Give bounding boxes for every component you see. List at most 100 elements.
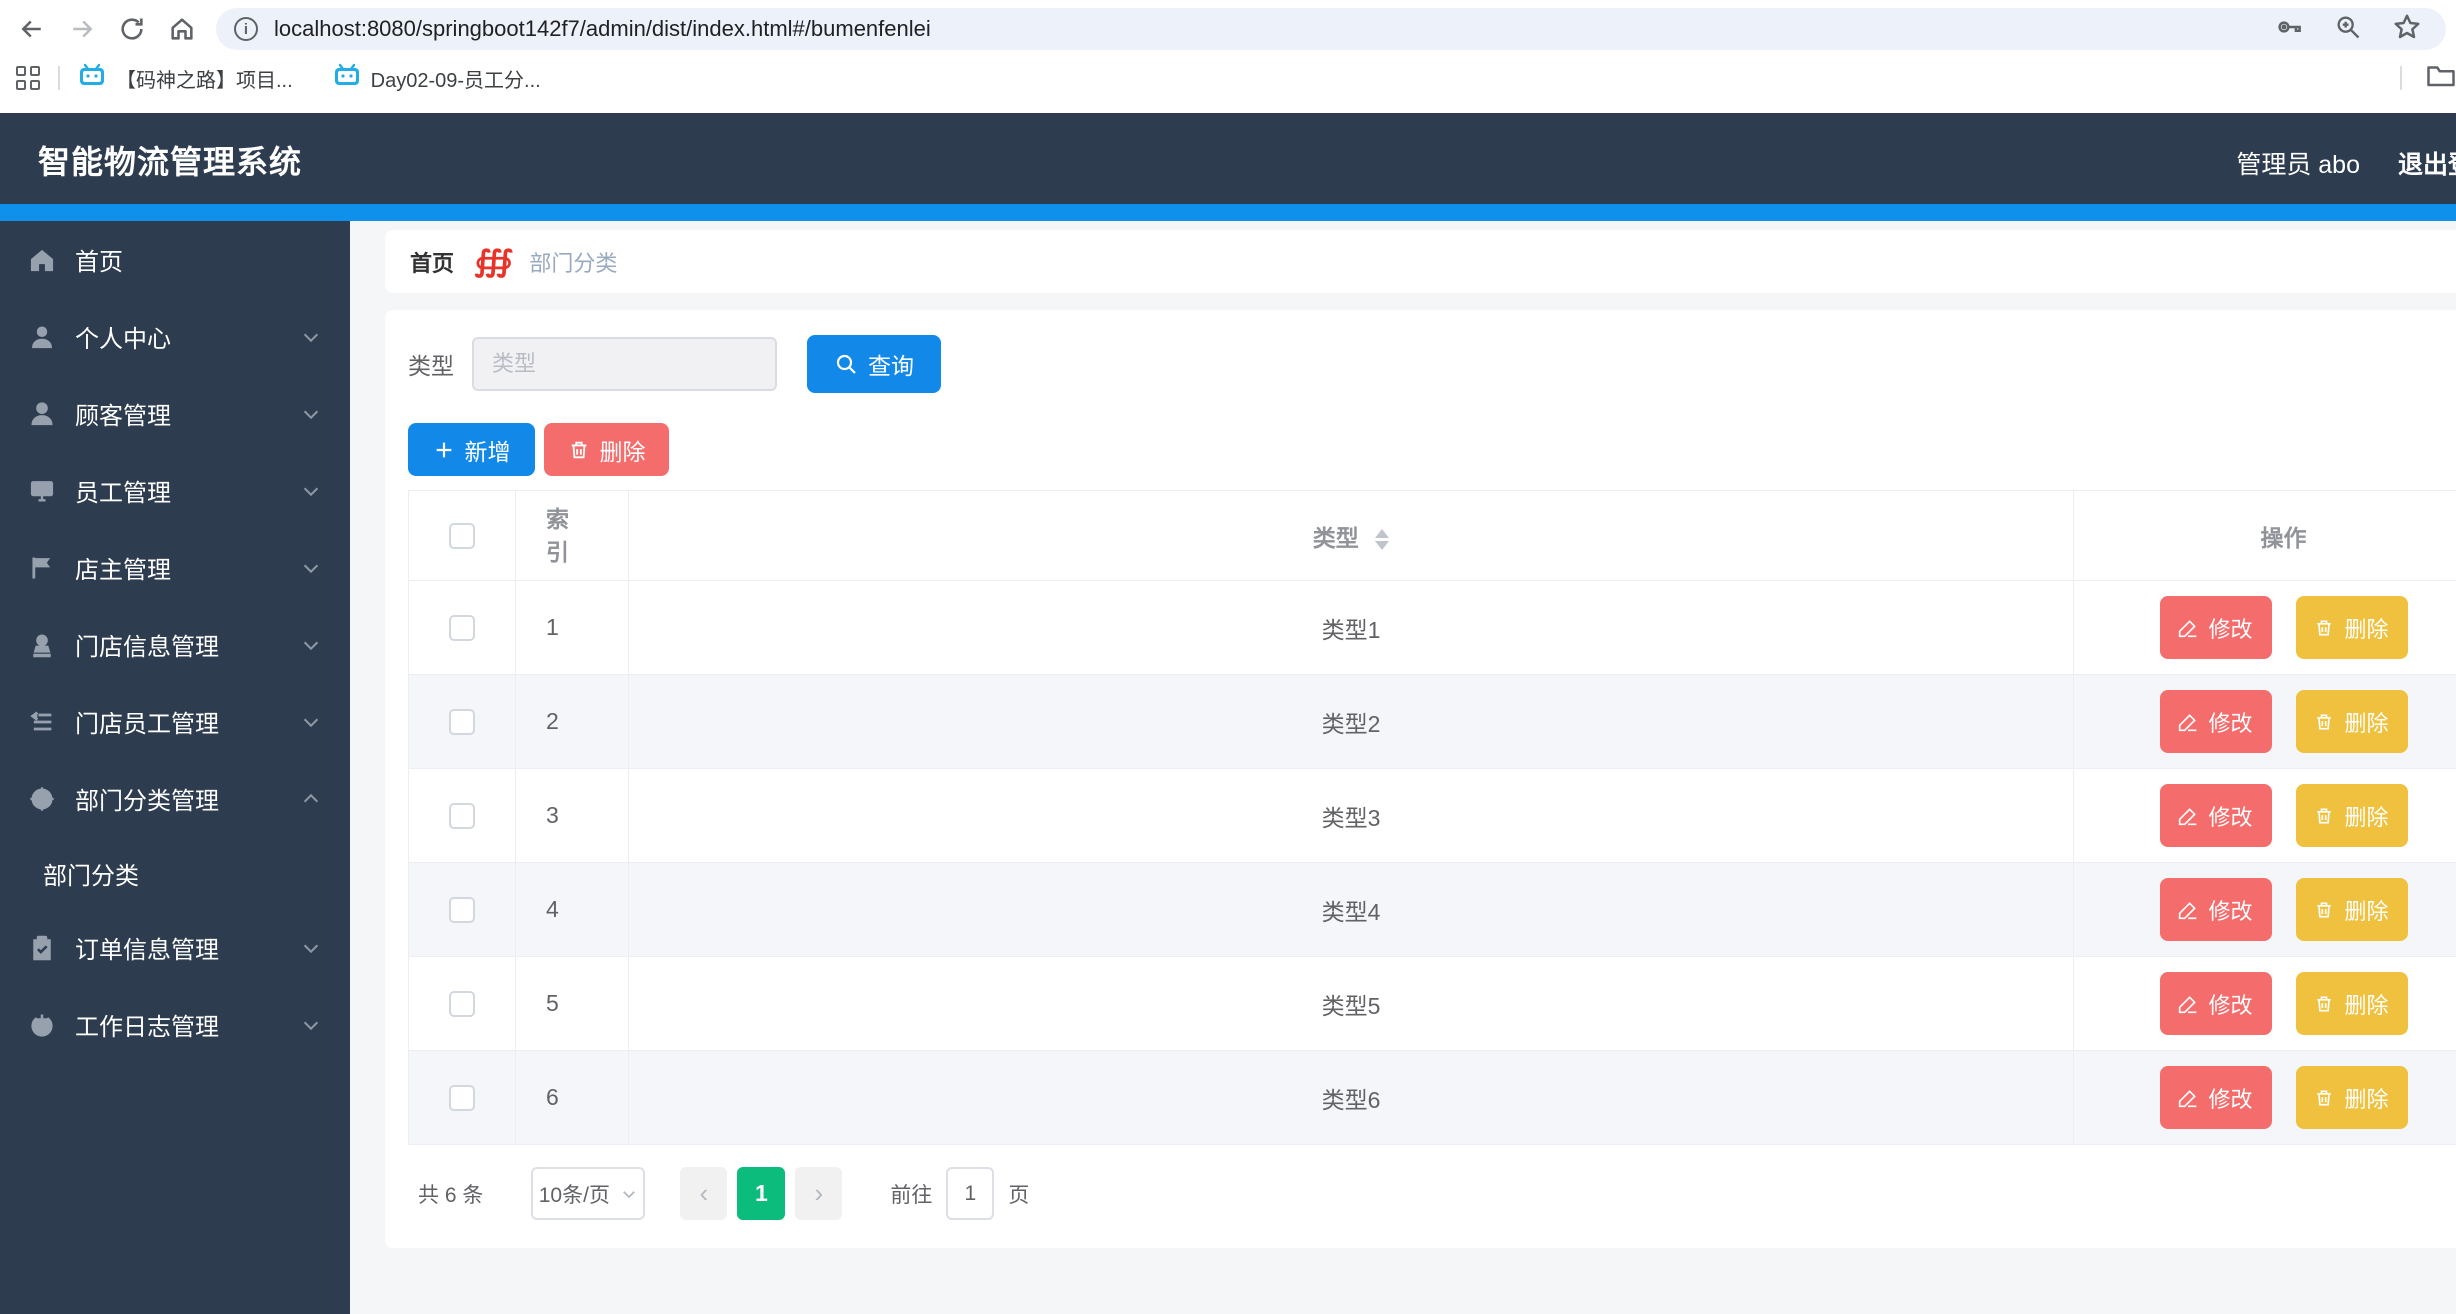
batch-delete-button[interactable]: 删除 (544, 423, 669, 476)
row-checkbox[interactable] (449, 803, 475, 830)
logout-link[interactable]: 退出登录 (2398, 145, 2456, 181)
bookmark-item[interactable]: Day02-09-员工分... (333, 63, 541, 93)
goto-page-input[interactable] (946, 1167, 995, 1220)
select-all-checkbox[interactable] (449, 523, 475, 550)
bilibili-icon (333, 63, 361, 93)
prev-page-button[interactable]: ‹ (680, 1167, 728, 1220)
row-checkbox[interactable] (449, 991, 475, 1018)
sidebar-item[interactable]: 员工管理 (0, 452, 350, 529)
site-info-icon[interactable]: i (234, 17, 258, 41)
add-button[interactable]: 新增 (408, 423, 535, 476)
sidebar-item-label: 首页 (75, 249, 123, 276)
row-checkbox[interactable] (449, 709, 475, 736)
current-user-label: 管理员 abo (2236, 151, 2360, 179)
sidebar-item-label: 工作日志管理 (75, 1014, 219, 1041)
table-row: 6 类型6 修改 删除 (408, 1050, 2456, 1145)
edit-button-label: 修改 (2208, 1086, 2253, 1112)
delete-row-button[interactable]: 删除 (2295, 1066, 2408, 1129)
edit-button[interactable]: 修改 (2159, 1066, 2272, 1129)
edit-button[interactable]: 修改 (2159, 596, 2272, 659)
query-button[interactable]: 查询 (807, 335, 941, 393)
table-row: 2 类型2 修改 删除 (408, 674, 2456, 769)
row-type-cell: 类型4 (628, 862, 2074, 957)
header-accent-bar (0, 204, 2456, 221)
delete-row-button[interactable]: 删除 (2295, 690, 2408, 753)
monitor-icon (27, 476, 57, 506)
sidebar-item[interactable]: 门店员工管理 (0, 683, 350, 760)
browser-toolbar: i localhost:8080/springboot142f7/admin/d… (0, 0, 2456, 58)
sidebar-item[interactable]: 部门分类管理 (0, 760, 350, 837)
app-header: 智能物流管理系统 管理员 abo 退出登录 (0, 113, 2456, 204)
other-bookmarks-folder-icon[interactable] (2426, 62, 2456, 94)
delete-row-button[interactable]: 删除 (2295, 972, 2408, 1035)
chevron-down-icon (300, 711, 322, 733)
table-row: 5 类型5 修改 删除 (408, 956, 2456, 1051)
sidebar-item[interactable]: 门店信息管理 (0, 606, 350, 683)
url-text[interactable]: localhost:8080/springboot142f7/admin/dis… (274, 16, 2274, 42)
delete-row-button-label: 删除 (2344, 710, 2389, 736)
back-icon[interactable] (14, 11, 50, 47)
table-row: 1 类型1 修改 删除 (408, 580, 2456, 675)
chevron-down-icon (300, 937, 322, 959)
password-key-icon[interactable] (2274, 12, 2304, 47)
edit-button[interactable]: 修改 (2159, 972, 2272, 1035)
customer-icon (27, 399, 57, 429)
row-type-cell: 类型1 (628, 580, 2074, 675)
breadcrumb-separator-glyph: ∰ (474, 244, 514, 279)
forward-icon[interactable] (64, 11, 100, 47)
batch-delete-button-label: 删除 (599, 438, 646, 465)
table-row: 4 类型4 修改 删除 (408, 862, 2456, 957)
sidebar-item[interactable]: 工作日志管理 (0, 986, 350, 1063)
power-icon (27, 1010, 57, 1040)
delete-row-button[interactable]: 删除 (2295, 784, 2408, 847)
row-checkbox[interactable] (449, 615, 475, 642)
row-checkbox[interactable] (449, 1085, 475, 1112)
breadcrumb-home[interactable]: 首页 (410, 246, 454, 278)
sidebar-item[interactable]: 个人中心 (0, 298, 350, 375)
clipboard-icon (27, 933, 57, 963)
chevron-down-icon (300, 1014, 322, 1036)
delete-row-button-label: 删除 (2344, 616, 2389, 642)
data-table: 索引 类型 操作 1 类型1 修改 删除 2 类型2 修改 删除 3 类型3 修改 删除 4 类型4 修改删… (408, 490, 2456, 1145)
bookmark-star-icon[interactable] (2392, 12, 2422, 47)
page-unit-label: 页 (1008, 1183, 1030, 1207)
chevron-down-icon (300, 403, 322, 425)
sort-icon[interactable] (1375, 528, 1390, 550)
row-checkbox[interactable] (449, 897, 475, 924)
bookmarks-bar: 【码神之路】项目... Day02-09-员工分... (0, 58, 2456, 98)
zoom-icon[interactable] (2334, 13, 2362, 46)
sidebar-item-label: 店主管理 (75, 557, 171, 584)
column-header-actions: 操作 (2073, 490, 2456, 581)
bookmark-item[interactable]: 【码神之路】项目... (78, 63, 293, 93)
sidebar-item-label: 部门分类管理 (75, 788, 219, 815)
sidebar-item-label: 顾客管理 (75, 403, 171, 430)
delete-row-button-label: 删除 (2344, 992, 2389, 1018)
apps-grid-icon[interactable] (16, 66, 40, 90)
sidebar-item[interactable]: 订单信息管理 (0, 909, 350, 986)
delete-row-button[interactable]: 删除 (2295, 596, 2408, 659)
sidebar-item[interactable]: 顾客管理 (0, 375, 350, 452)
home-nav-icon[interactable] (164, 11, 200, 47)
goto-label: 前往 (890, 1183, 933, 1207)
page-size-select[interactable]: 10条/页 (531, 1167, 646, 1220)
chevron-up-icon (300, 788, 322, 810)
edit-button[interactable]: 修改 (2159, 690, 2272, 753)
sidebar-item[interactable]: 首页 (0, 221, 350, 298)
edit-button-label: 修改 (2208, 616, 2253, 642)
sidebar-item-label: 门店员工管理 (75, 711, 219, 738)
sidebar-item[interactable]: 店主管理 (0, 529, 350, 606)
address-bar[interactable]: i localhost:8080/springboot142f7/admin/d… (216, 8, 2446, 50)
delete-row-button-label: 删除 (2344, 1086, 2389, 1112)
current-page-button[interactable]: 1 (737, 1167, 786, 1220)
column-header-type[interactable]: 类型 (628, 490, 2074, 581)
edit-button[interactable]: 修改 (2159, 878, 2272, 941)
delete-row-button[interactable]: 删除 (2295, 878, 2408, 941)
next-page-button[interactable]: › (795, 1167, 843, 1220)
reload-icon[interactable] (114, 11, 150, 47)
search-input[interactable] (472, 337, 777, 391)
edit-button[interactable]: 修改 (2159, 784, 2272, 847)
bookmark-label: Day02-09-员工分... (370, 69, 541, 92)
sidebar-subitem[interactable]: 部门分类 (0, 837, 350, 909)
query-button-label: 查询 (868, 353, 914, 379)
row-index-cell: 3 (515, 768, 629, 863)
